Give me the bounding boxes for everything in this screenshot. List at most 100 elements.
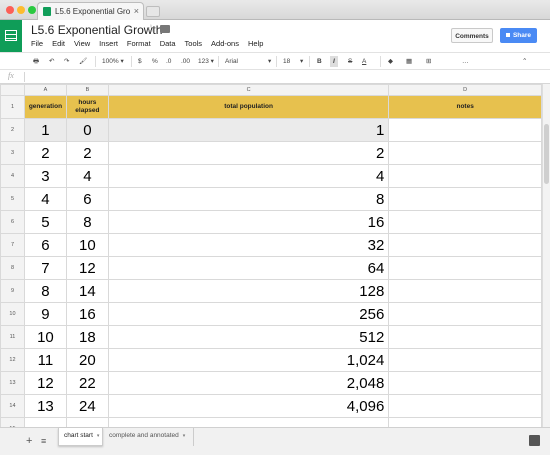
cell-hours[interactable]: 6: [65, 187, 109, 211]
menu-tools[interactable]: Tools: [185, 39, 203, 48]
text-color-button[interactable]: A: [362, 56, 366, 67]
undo-icon[interactable]: ↶: [49, 56, 54, 67]
header-cell-hours[interactable]: hours elapsed: [65, 95, 109, 119]
cell-generation[interactable]: 5: [23, 210, 67, 234]
star-icon[interactable]: ☆: [146, 22, 156, 35]
cell-population[interactable]: 16: [107, 210, 390, 234]
cell-notes[interactable]: [388, 118, 542, 142]
cell-hours[interactable]: 4: [65, 164, 109, 188]
sheet-tab-chart-start[interactable]: chart start ▾: [58, 428, 103, 446]
row-header[interactable]: 12: [0, 348, 25, 372]
row-header[interactable]: 8: [0, 256, 25, 280]
chevron-down-icon[interactable]: ▾: [183, 433, 186, 439]
row-header[interactable]: 5: [0, 187, 25, 211]
menu-insert[interactable]: Insert: [99, 39, 118, 48]
cell-generation[interactable]: 11: [23, 348, 67, 372]
formula-input[interactable]: [30, 71, 530, 82]
cell-generation[interactable]: 2: [23, 141, 67, 165]
row-header[interactable]: 14: [0, 394, 25, 418]
cell-hours[interactable]: 22: [65, 371, 109, 395]
close-window-button[interactable]: [6, 6, 14, 14]
row-header[interactable]: 9: [0, 279, 25, 303]
empty-cell[interactable]: [65, 417, 109, 427]
vertical-scrollbar[interactable]: [542, 84, 550, 427]
cell-generation[interactable]: 12: [23, 371, 67, 395]
cell-notes[interactable]: [388, 233, 542, 257]
menu-edit[interactable]: Edit: [52, 39, 65, 48]
row-header[interactable]: 4: [0, 164, 25, 188]
cell-population[interactable]: 2: [107, 141, 390, 165]
row-header[interactable]: 11: [0, 325, 25, 349]
cell-hours[interactable]: 10: [65, 233, 109, 257]
cell-population[interactable]: 2,048: [107, 371, 390, 395]
folder-icon[interactable]: [160, 25, 170, 33]
cell-notes[interactable]: [388, 302, 542, 326]
font-select[interactable]: Arial: [225, 56, 238, 67]
cell-notes[interactable]: [388, 141, 542, 165]
header-cell-notes[interactable]: notes: [388, 95, 542, 119]
row-header[interactable]: 15: [0, 417, 25, 427]
new-tab-button[interactable]: [146, 6, 160, 17]
cell-generation[interactable]: 13: [23, 394, 67, 418]
column-header-a[interactable]: A: [23, 84, 67, 96]
cell-population[interactable]: 8: [107, 187, 390, 211]
cell-notes[interactable]: [388, 256, 542, 280]
cell-population[interactable]: 256: [107, 302, 390, 326]
cell-population[interactable]: 1,024: [107, 348, 390, 372]
empty-cell[interactable]: [23, 417, 67, 427]
cell-hours[interactable]: 18: [65, 325, 109, 349]
document-title[interactable]: L5.6 Exponential Growth: [31, 23, 162, 37]
menu-help[interactable]: Help: [248, 39, 263, 48]
cell-population[interactable]: 4,096: [107, 394, 390, 418]
print-icon[interactable]: 🖶: [33, 56, 39, 67]
comments-button[interactable]: Comments: [451, 28, 493, 43]
row-header[interactable]: 1: [0, 95, 25, 119]
collapse-icon[interactable]: ⌃: [522, 56, 527, 67]
cell-hours[interactable]: 16: [65, 302, 109, 326]
explore-icon[interactable]: [529, 435, 540, 446]
currency-format-button[interactable]: $: [138, 56, 142, 67]
row-header[interactable]: 13: [0, 371, 25, 395]
bold-button[interactable]: B: [317, 56, 322, 67]
cell-hours[interactable]: 20: [65, 348, 109, 372]
add-sheet-button[interactable]: +: [26, 435, 32, 447]
zoom-select[interactable]: 100% ▾: [102, 56, 124, 67]
cell-hours[interactable]: 24: [65, 394, 109, 418]
sheet-tab-complete-and-annotated[interactable]: complete and annotated ▾: [104, 428, 194, 446]
cell-notes[interactable]: [388, 325, 542, 349]
column-header-d[interactable]: D: [388, 84, 542, 96]
cell-notes[interactable]: [388, 371, 542, 395]
sheets-logo-icon[interactable]: [0, 20, 22, 52]
increase-decimal-button[interactable]: .00: [181, 56, 190, 67]
more-icon[interactable]: …: [462, 56, 469, 67]
cell-generation[interactable]: 10: [23, 325, 67, 349]
select-all-corner[interactable]: [0, 84, 25, 96]
column-header-b[interactable]: B: [65, 84, 109, 96]
cell-population[interactable]: 32: [107, 233, 390, 257]
chevron-down-icon[interactable]: ▾: [300, 56, 303, 67]
cell-generation[interactable]: 9: [23, 302, 67, 326]
decrease-decimal-button[interactable]: .0: [166, 56, 171, 67]
all-sheets-button[interactable]: ≡: [41, 436, 46, 446]
column-header-c[interactable]: C: [107, 84, 390, 96]
paint-format-icon[interactable]: 🖌: [79, 56, 87, 67]
empty-cell[interactable]: [107, 417, 390, 427]
cell-hours[interactable]: 0: [65, 118, 109, 142]
scrollbar-thumb[interactable]: [544, 124, 549, 184]
share-button[interactable]: Share: [500, 28, 537, 43]
cell-generation[interactable]: 4: [23, 187, 67, 211]
menu-file[interactable]: File: [31, 39, 43, 48]
cell-hours[interactable]: 2: [65, 141, 109, 165]
cell-generation[interactable]: 3: [23, 164, 67, 188]
cell-population[interactable]: 4: [107, 164, 390, 188]
cell-hours[interactable]: 14: [65, 279, 109, 303]
redo-icon[interactable]: ↷: [64, 56, 69, 67]
empty-cell[interactable]: [388, 417, 542, 427]
menu-format[interactable]: Format: [127, 39, 151, 48]
borders-icon[interactable]: ▦: [406, 56, 412, 67]
header-cell-population[interactable]: total population: [107, 95, 390, 119]
cell-population[interactable]: 128: [107, 279, 390, 303]
cell-population[interactable]: 512: [107, 325, 390, 349]
cell-notes[interactable]: [388, 210, 542, 234]
cell-generation[interactable]: 8: [23, 279, 67, 303]
